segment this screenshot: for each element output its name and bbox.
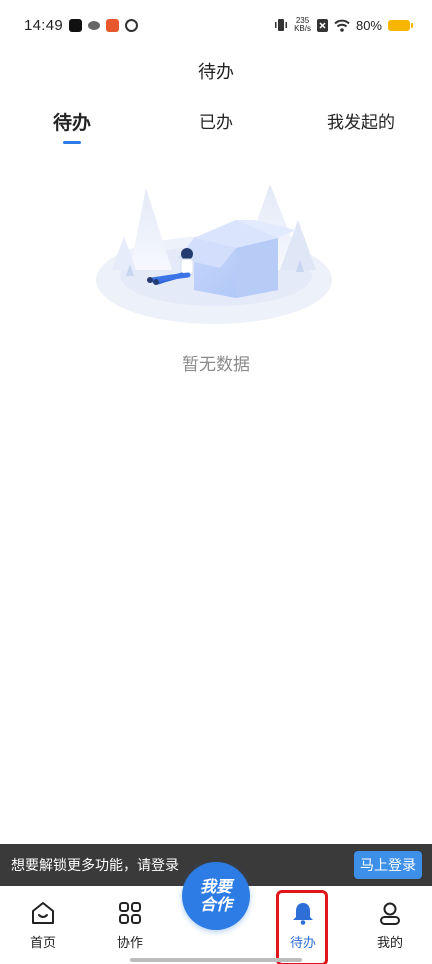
page-title: 待办 [198, 62, 234, 83]
app-icon-2 [125, 18, 139, 32]
net-speed-unit: KB/s [294, 24, 311, 33]
battery-percent: 80% [355, 17, 382, 33]
tab-done[interactable]: 已办 [199, 108, 233, 133]
status-bar: 14:49 235 KB/s 80% [0, 0, 432, 50]
tab-todo[interactable]: 待办 [53, 108, 91, 135]
login-button[interactable]: 马上登录 [354, 851, 422, 879]
app-icon [106, 18, 120, 32]
empty-message: 暂无数据 [182, 355, 250, 375]
home-icon [32, 902, 54, 924]
vibrate-icon [275, 19, 288, 31]
battery-icon [388, 19, 413, 31]
nav-label-mine: 我的 [376, 936, 403, 951]
status-time: 14:49 [24, 16, 64, 34]
grid-icon [119, 902, 141, 924]
cooperate-button-line1: 我要 [199, 877, 232, 896]
cooperate-button[interactable]: 我要 合作 [182, 862, 250, 930]
bottom-nav: 首页 协作 我要 合作 待办 我的 [0, 862, 432, 964]
nav-label-home: 首页 [29, 936, 56, 951]
cloud-icon [88, 20, 101, 30]
cooperate-button-line2: 合作 [199, 895, 232, 914]
sim-icon [316, 18, 328, 32]
tab-indicator [63, 141, 81, 144]
user-icon [380, 902, 400, 925]
net-speed: 235 KB/s [294, 17, 311, 33]
nav-item-home[interactable]: 首页 [13, 900, 73, 951]
status-right: 235 KB/s 80% [274, 17, 413, 33]
tiktok-icon [69, 18, 83, 32]
tab-initiated[interactable]: 我发起的 [327, 108, 395, 133]
status-left: 14:49 [24, 16, 139, 34]
empty-box-icon [96, 184, 332, 324]
nav-label-collab: 协作 [116, 936, 143, 951]
home-indicator[interactable] [130, 958, 302, 962]
nav-item-mine[interactable]: 我的 [360, 900, 420, 951]
nav-item-collab[interactable]: 协作 [100, 900, 160, 951]
login-banner-message: 想要解锁更多功能，请登录 [11, 858, 179, 874]
wifi-icon [334, 19, 350, 32]
highlight-box [276, 890, 328, 964]
